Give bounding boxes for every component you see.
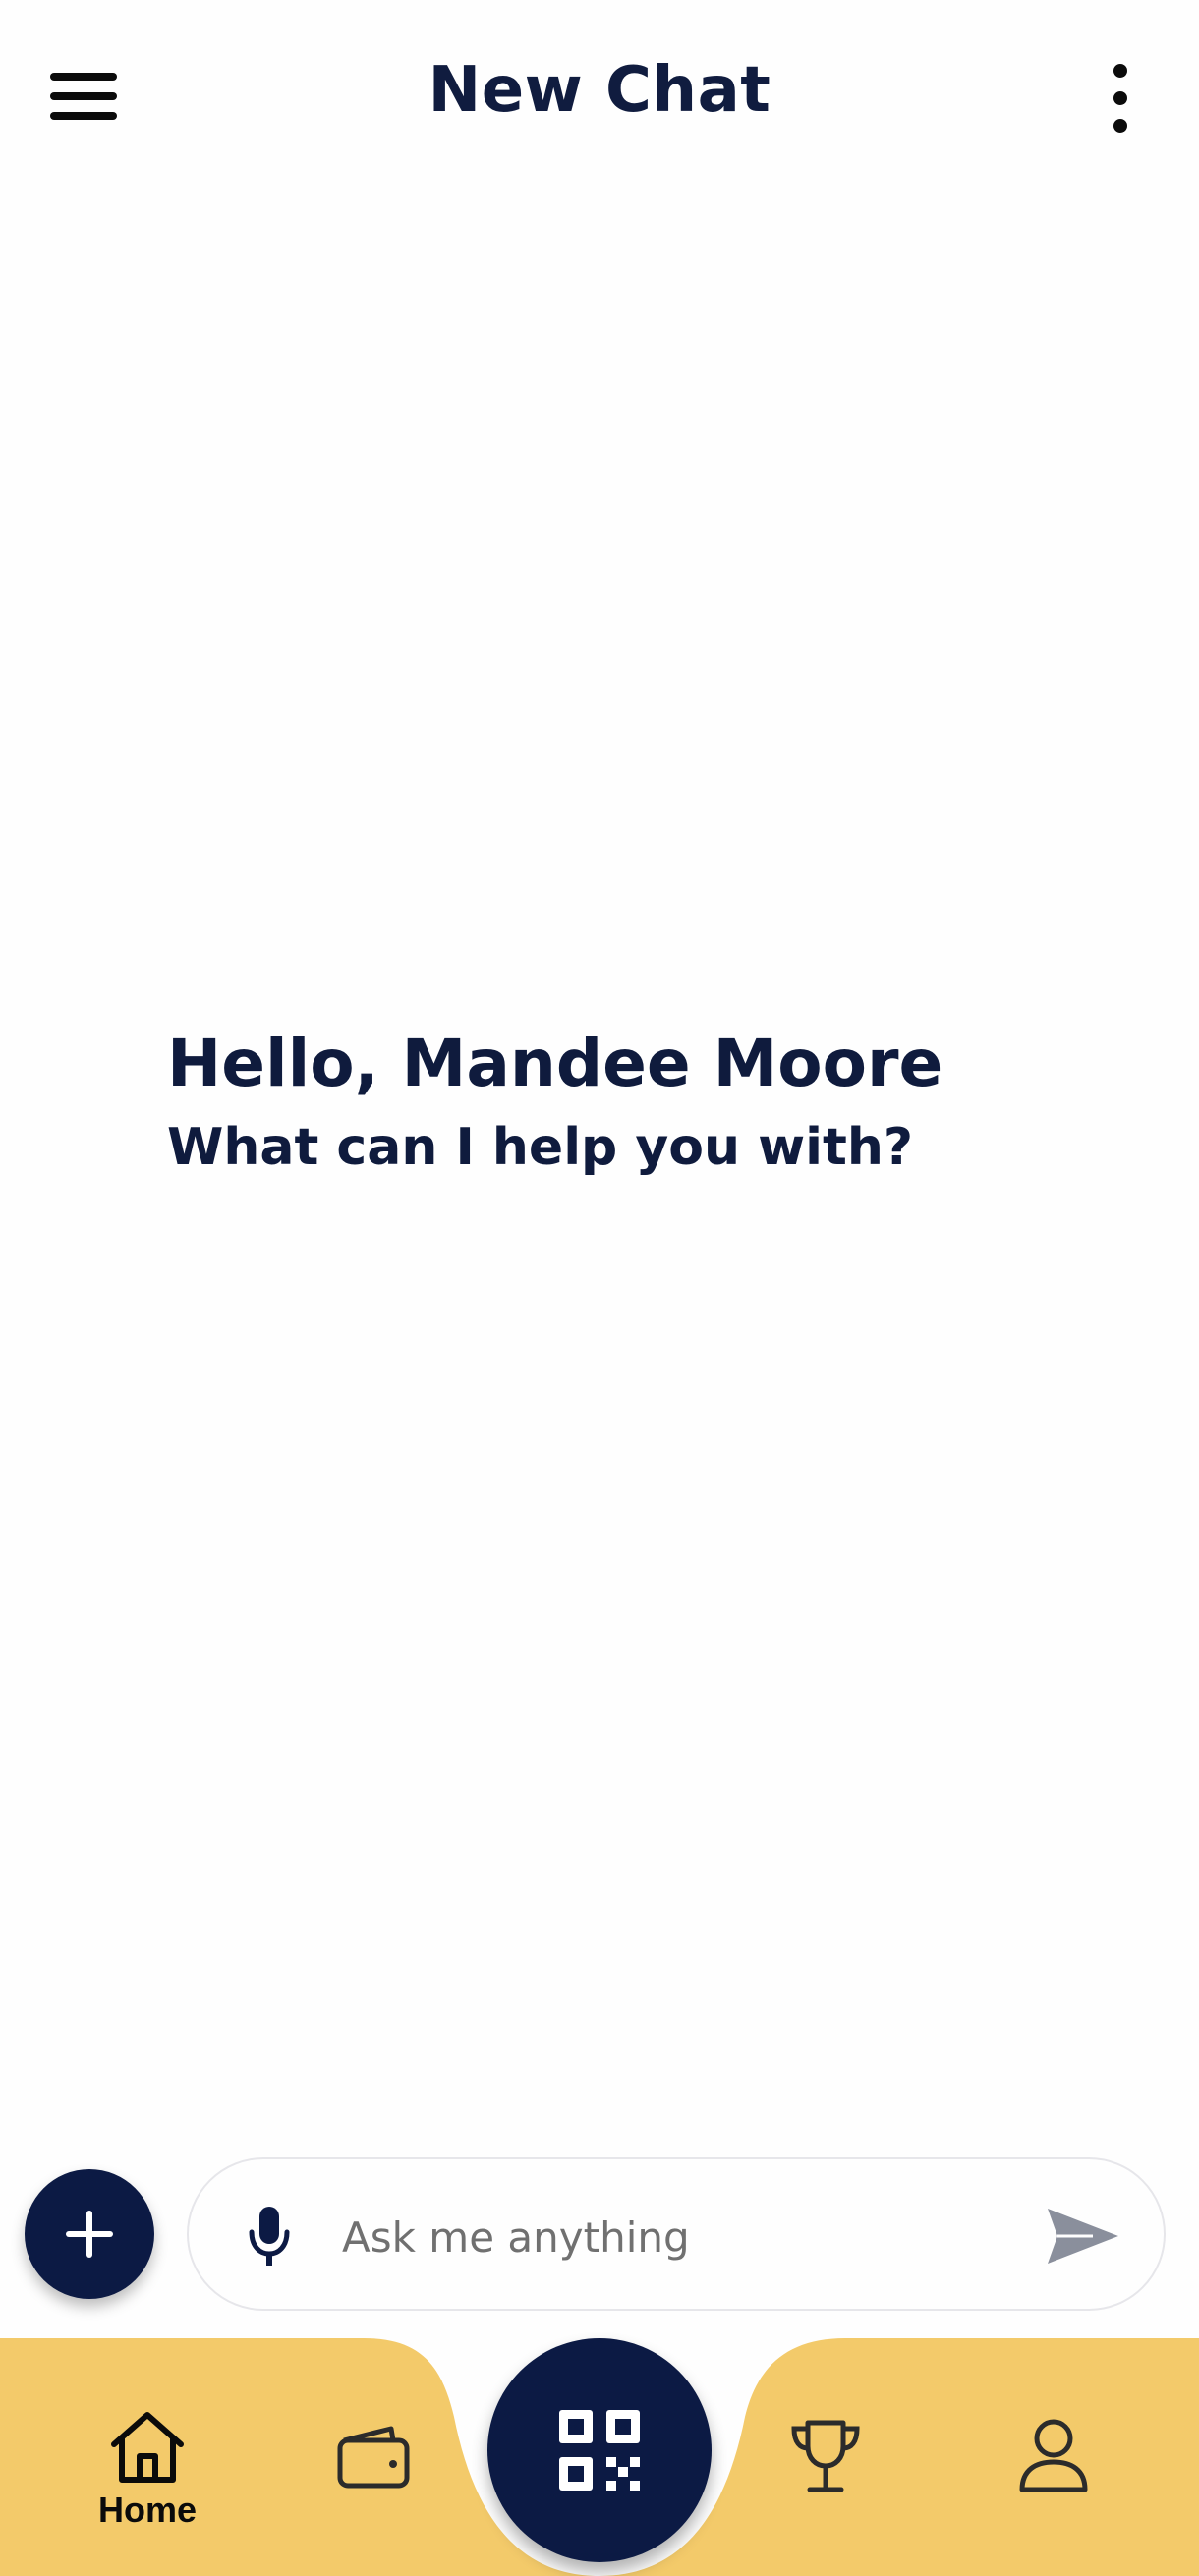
trophy-icon <box>791 2420 860 2492</box>
greeting-subtitle: What can I help you with? <box>167 1118 914 1177</box>
qr-code-icon <box>559 2410 640 2491</box>
nav-item-label: Home <box>97 2490 198 2530</box>
home-icon <box>111 2412 184 2483</box>
send-button[interactable] <box>1034 2195 1132 2277</box>
greeting-title: Hello, Mandee Moore <box>167 1026 943 1101</box>
add-attachment-button[interactable] <box>25 2169 154 2299</box>
greeting: Hello, Mandee Moore What can I help you … <box>167 1022 1052 1183</box>
profile-icon <box>1019 2419 1088 2492</box>
nav-item-wallet[interactable] <box>334 2425 413 2490</box>
more-vertical-icon <box>1113 64 1127 133</box>
microphone-icon <box>249 2207 290 2266</box>
page-title: New Chat <box>428 54 771 127</box>
nav-item-home[interactable]: Home <box>88 2407 206 2531</box>
chat-message-input[interactable] <box>340 2199 973 2275</box>
nav-item-profile[interactable] <box>1014 2417 1093 2495</box>
microphone-button[interactable] <box>228 2195 311 2277</box>
nav-item-trophy[interactable] <box>786 2417 865 2495</box>
wallet-icon <box>337 2426 410 2489</box>
header: New Chat <box>0 0 1199 196</box>
plus-icon <box>66 2211 113 2258</box>
chat-input-bar <box>187 2157 1166 2311</box>
chat-screen: New Chat Hello, Mandee Moore What can I … <box>0 0 1199 2576</box>
more-options-button[interactable] <box>1081 54 1160 142</box>
scan-qr-button[interactable] <box>487 2338 712 2562</box>
send-icon <box>1048 2209 1118 2264</box>
